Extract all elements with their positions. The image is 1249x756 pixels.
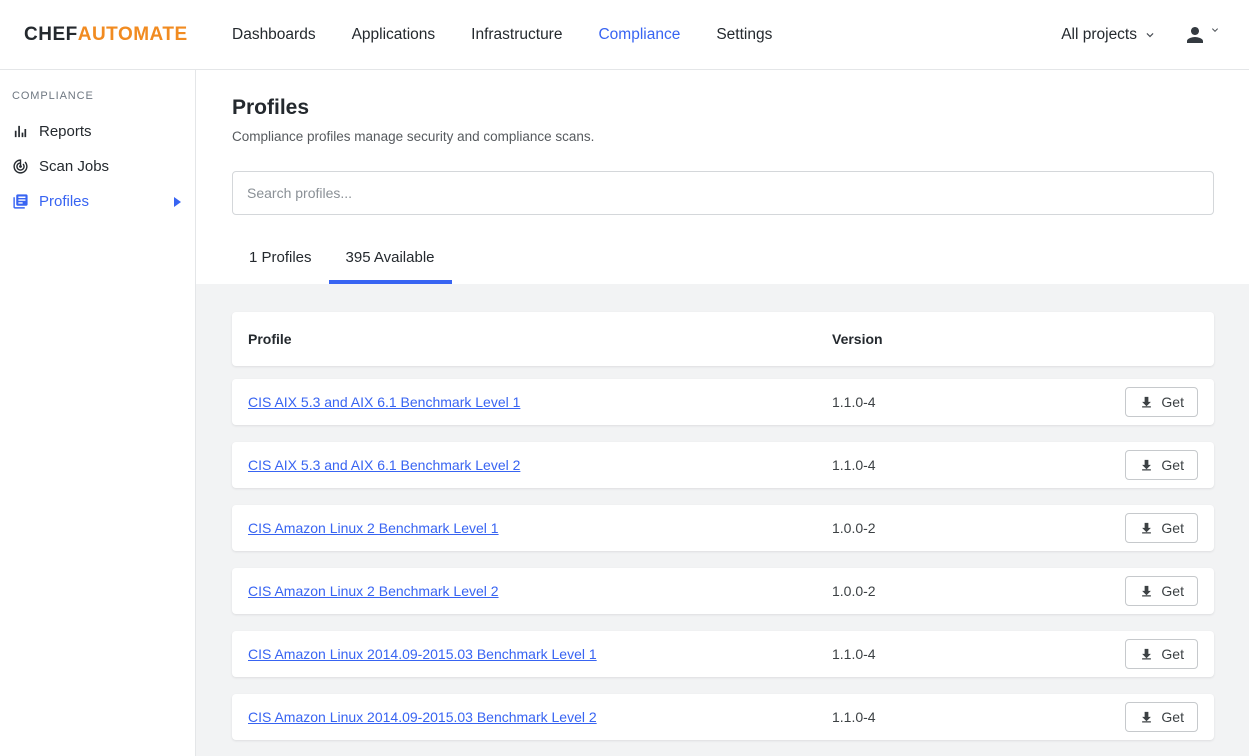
- get-button-label: Get: [1161, 709, 1184, 725]
- sidebar: COMPLIANCE Reports Scan Jobs Profiles: [0, 70, 196, 756]
- get-button-label: Get: [1161, 646, 1184, 662]
- main-nav: Dashboards Applications Infrastructure Comp…: [232, 26, 772, 44]
- sidebar-item-profiles[interactable]: Profiles: [0, 184, 195, 219]
- get-button-label: Get: [1161, 457, 1184, 473]
- sidebar-item-label: Profiles: [39, 193, 89, 210]
- chevron-down-icon: [1209, 24, 1221, 36]
- user-menu[interactable]: [1183, 23, 1221, 47]
- app-shell: COMPLIANCE Reports Scan Jobs Profiles Prof…: [0, 69, 1249, 756]
- user-avatar-icon: [1183, 23, 1207, 47]
- projects-dropdown[interactable]: All projects: [1061, 26, 1157, 44]
- sidebar-item-scan-jobs[interactable]: Scan Jobs: [0, 149, 195, 184]
- get-button[interactable]: Get: [1125, 639, 1198, 669]
- tabs: 1 Profiles395 Available: [232, 237, 1214, 284]
- profile-link[interactable]: CIS Amazon Linux 2014.09-2015.03 Benchma…: [248, 646, 597, 662]
- sidebar-item-label: Scan Jobs: [39, 158, 109, 175]
- table-row: CIS AIX 5.3 and AIX 6.1 Benchmark Level …: [232, 442, 1214, 488]
- main-content: Profiles Compliance profiles manage secu…: [196, 70, 1249, 756]
- get-button[interactable]: Get: [1125, 576, 1198, 606]
- table-row: CIS AIX 5.3 and AIX 6.1 Benchmark Level …: [232, 379, 1214, 425]
- sidebar-section-label: COMPLIANCE: [0, 90, 195, 102]
- table-row: CIS Amazon Linux 2 Benchmark Level 2 1.0.…: [232, 568, 1214, 614]
- get-button[interactable]: Get: [1125, 450, 1198, 480]
- get-button[interactable]: Get: [1125, 702, 1198, 732]
- get-button-label: Get: [1161, 520, 1184, 536]
- download-icon: [1139, 458, 1154, 473]
- get-button[interactable]: Get: [1125, 387, 1198, 417]
- nav-item-applications[interactable]: Applications: [352, 26, 436, 44]
- chevron-down-icon: [1143, 28, 1157, 42]
- profile-version: 1.1.0-4: [832, 646, 1125, 662]
- profile-link[interactable]: CIS Amazon Linux 2 Benchmark Level 2: [248, 583, 499, 599]
- library-icon: [12, 193, 29, 210]
- profile-link[interactable]: CIS AIX 5.3 and AIX 6.1 Benchmark Level …: [248, 394, 520, 410]
- profile-version: 1.0.0-2: [832, 520, 1125, 536]
- nav-item-infrastructure[interactable]: Infrastructure: [471, 26, 562, 44]
- get-button-label: Get: [1161, 394, 1184, 410]
- projects-dropdown-label: All projects: [1061, 26, 1137, 44]
- get-button-label: Get: [1161, 583, 1184, 599]
- profile-link[interactable]: CIS AIX 5.3 and AIX 6.1 Benchmark Level …: [248, 457, 520, 473]
- profile-version: 1.1.0-4: [832, 709, 1125, 725]
- nav-item-settings[interactable]: Settings: [716, 26, 772, 44]
- logo-automate-text: AUTOMATE: [78, 24, 188, 45]
- table-row: CIS Amazon Linux 2 Benchmark Level 1 1.0.…: [232, 505, 1214, 551]
- active-item-marker-icon: [174, 197, 181, 207]
- top-nav-bar: CHEFAUTOMATE Dashboards Applications Infra…: [0, 0, 1249, 69]
- profiles-table-body: CIS AIX 5.3 and AIX 6.1 Benchmark Level …: [232, 379, 1214, 740]
- topbar-right: All projects: [1061, 23, 1221, 47]
- download-icon: [1139, 521, 1154, 536]
- download-icon: [1139, 710, 1154, 725]
- get-button[interactable]: Get: [1125, 513, 1198, 543]
- profile-version: 1.1.0-4: [832, 394, 1125, 410]
- search-input[interactable]: [232, 171, 1214, 215]
- download-icon: [1139, 647, 1154, 662]
- tab-1-profiles[interactable]: 1 Profiles: [232, 237, 329, 284]
- chef-automate-logo[interactable]: CHEFAUTOMATE: [24, 24, 232, 46]
- profiles-table-section: Profile Version CIS AIX 5.3 and AIX 6.1 …: [196, 284, 1249, 756]
- page-subtitle: Compliance profiles manage security and …: [232, 129, 1214, 144]
- logo-chef-text: CHEF: [24, 24, 78, 45]
- download-icon: [1139, 584, 1154, 599]
- profile-version: 1.0.0-2: [832, 583, 1125, 599]
- sidebar-item-label: Reports: [39, 123, 92, 140]
- column-header-version: Version: [832, 331, 1198, 347]
- sidebar-item-reports[interactable]: Reports: [0, 114, 195, 149]
- radar-icon: [12, 158, 29, 175]
- column-header-profile: Profile: [232, 331, 832, 347]
- bar-chart-icon: [12, 123, 29, 140]
- table-header-row: Profile Version: [232, 312, 1214, 366]
- table-row: CIS Amazon Linux 2014.09-2015.03 Benchma…: [232, 631, 1214, 677]
- tab-395-available[interactable]: 395 Available: [329, 237, 452, 284]
- profile-link[interactable]: CIS Amazon Linux 2014.09-2015.03 Benchma…: [248, 709, 597, 725]
- profile-version: 1.1.0-4: [832, 457, 1125, 473]
- nav-item-dashboards[interactable]: Dashboards: [232, 26, 316, 44]
- content-header: Profiles Compliance profiles manage secu…: [196, 70, 1249, 284]
- profile-link[interactable]: CIS Amazon Linux 2 Benchmark Level 1: [248, 520, 499, 536]
- page-title: Profiles: [232, 96, 1214, 120]
- table-row: CIS Amazon Linux 2014.09-2015.03 Benchma…: [232, 694, 1214, 740]
- download-icon: [1139, 395, 1154, 410]
- sidebar-nav: Reports Scan Jobs Profiles: [0, 114, 195, 219]
- nav-item-compliance[interactable]: Compliance: [598, 26, 680, 44]
